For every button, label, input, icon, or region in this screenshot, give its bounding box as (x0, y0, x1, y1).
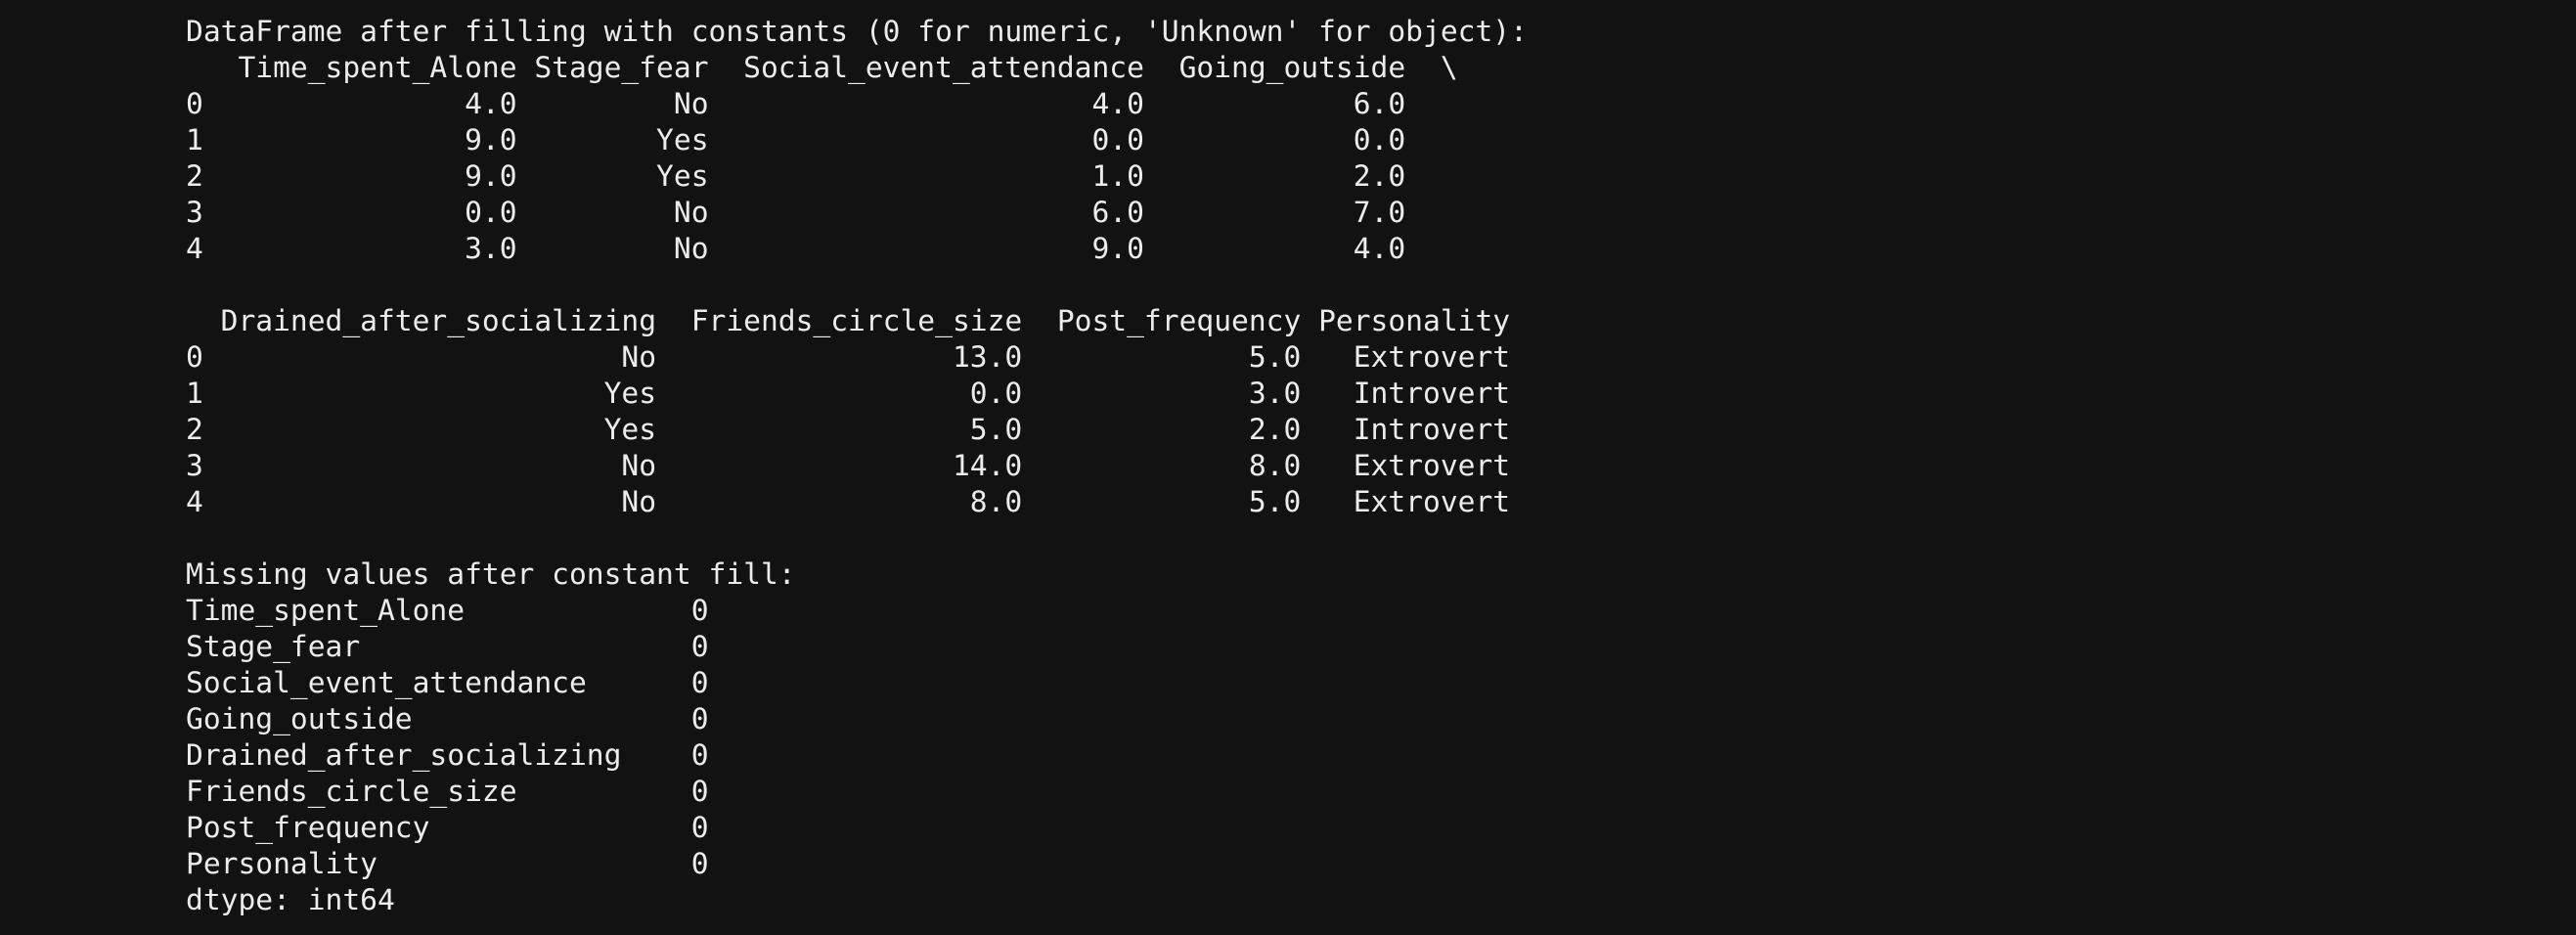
output-line: Social_event_attendance 0 (186, 666, 709, 699)
output-line: Time_spent_Alone Stage_fear Social_event… (186, 51, 1458, 84)
output-line: 0 4.0 No 4.0 6.0 (186, 87, 1406, 120)
cell-output-pane: DataFrame after filling with constants (… (0, 0, 2576, 935)
output-line: 0 No 13.0 5.0 Extrovert (186, 340, 1511, 374)
output-line: DataFrame after filling with constants (… (186, 15, 1528, 48)
output-line: Stage_fear 0 (186, 630, 709, 663)
output-line: Personality 0 (186, 847, 709, 880)
output-line: 1 9.0 Yes 0.0 0.0 (186, 123, 1406, 156)
output-line: Going_outside 0 (186, 702, 709, 735)
output-line: Drained_after_socializing 0 (186, 738, 709, 772)
output-line: dtype: int64 (186, 883, 395, 916)
output-line: 3 No 14.0 8.0 Extrovert (186, 449, 1511, 482)
output-line: Drained_after_socializing Friends_circle… (186, 304, 1511, 337)
output-line: Time_spent_Alone 0 (186, 594, 709, 627)
output-line: 4 No 8.0 5.0 Extrovert (186, 485, 1511, 518)
output-line: 2 Yes 5.0 2.0 Introvert (186, 413, 1511, 446)
output-line: Missing values after constant fill: (186, 557, 796, 591)
output-line: Post_frequency 0 (186, 811, 709, 844)
output-line: Friends_circle_size 0 (186, 775, 709, 808)
output-line: 4 3.0 No 9.0 4.0 (186, 232, 1406, 265)
output-line: 1 Yes 0.0 3.0 Introvert (186, 377, 1511, 410)
output-line: 3 0.0 No 6.0 7.0 (186, 196, 1406, 229)
cell-output-text: DataFrame after filling with constants (… (186, 14, 2576, 918)
output-line: 2 9.0 Yes 1.0 2.0 (186, 159, 1406, 193)
